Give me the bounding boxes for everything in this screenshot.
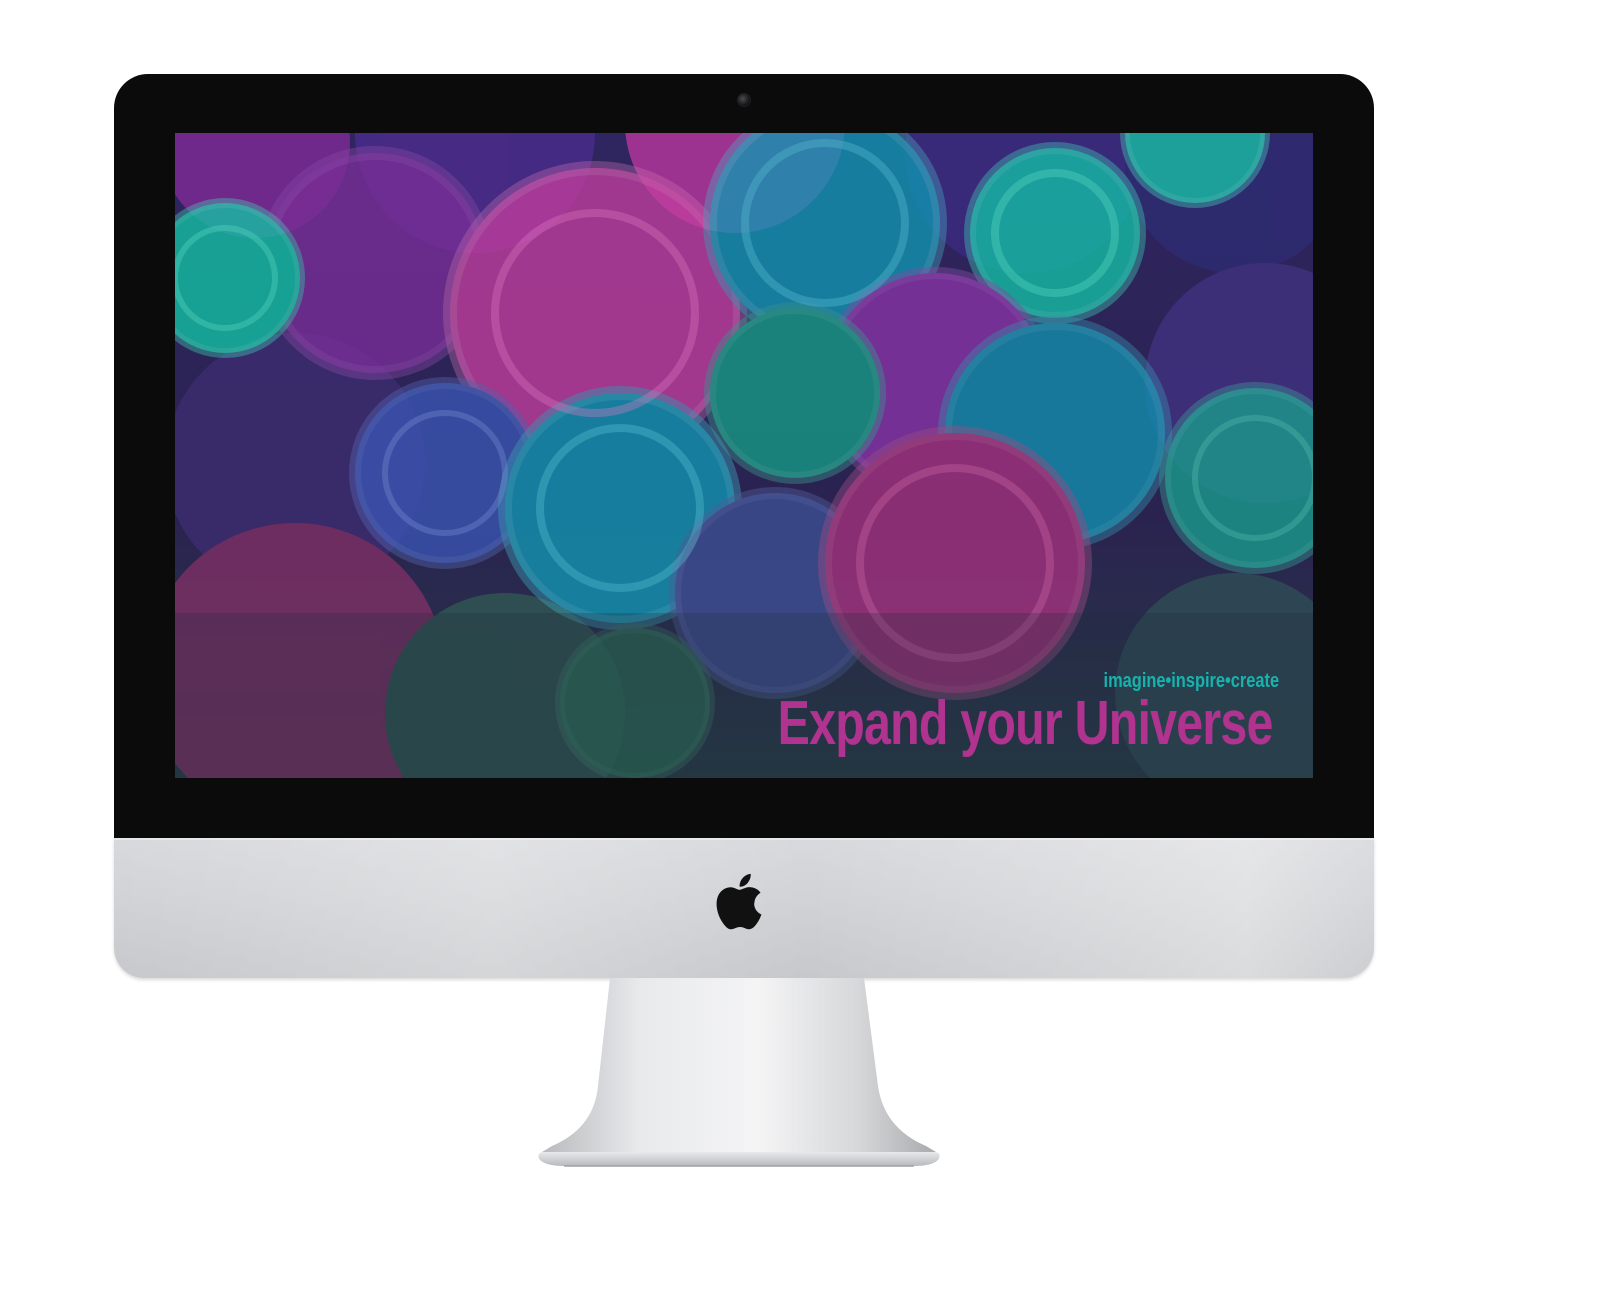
monitor-stand [534, 978, 954, 1176]
screen-wallpaper: imagine•inspire•create Expand your Unive… [175, 133, 1313, 778]
monitor-bezel: imagine•inspire•create Expand your Unive… [114, 74, 1374, 838]
desktop-mockup: imagine•inspire•create Expand your Unive… [0, 0, 1614, 1304]
monitor-chin [114, 838, 1374, 978]
wallpaper-headline: Expand your Universe [777, 689, 1274, 758]
imac-monitor: imagine•inspire•create Expand your Unive… [114, 74, 1374, 978]
camera-icon [738, 94, 750, 106]
apple-logo-icon [716, 873, 762, 930]
